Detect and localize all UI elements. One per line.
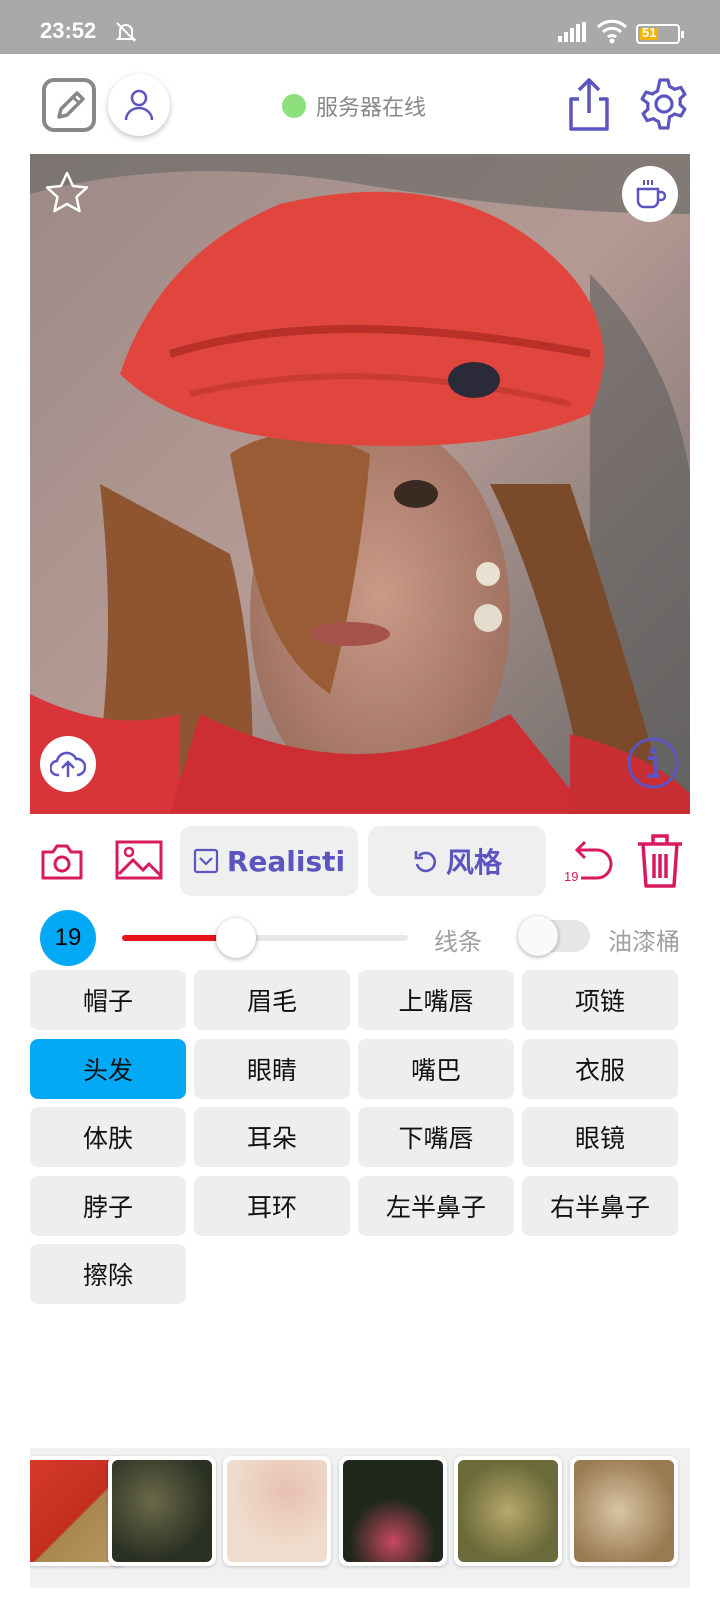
- server-status: 服务器在线: [282, 90, 426, 122]
- camera-icon: [41, 844, 83, 880]
- status-bar: 23:52 51: [0, 0, 720, 54]
- share-button[interactable]: [564, 76, 614, 134]
- battery-icon: 51: [636, 24, 684, 44]
- style-label: 风格: [445, 846, 502, 879]
- top-bar: 服务器在线: [0, 54, 720, 154]
- brush-size-slider[interactable]: [122, 918, 408, 958]
- part-chip[interactable]: 帽子: [30, 970, 186, 1030]
- part-chip[interactable]: 右半鼻子: [522, 1175, 678, 1236]
- bell-muted-icon: [114, 20, 138, 48]
- part-chip[interactable]: 嘴巴: [358, 1038, 514, 1099]
- portrait-image: [30, 154, 690, 814]
- part-chip[interactable]: 擦除: [30, 1244, 186, 1304]
- coffee-cup-icon: [636, 180, 667, 209]
- account-button[interactable]: [108, 74, 170, 136]
- photo-canvas[interactable]: [30, 154, 690, 814]
- online-dot: [282, 94, 306, 118]
- part-chip[interactable]: 眼镜: [522, 1107, 678, 1167]
- dropdown-box-icon: [193, 848, 218, 874]
- brush-size-badge: 19: [40, 910, 96, 966]
- part-chip[interactable]: 体肤: [30, 1107, 186, 1167]
- texture-thumbnail-strip[interactable]: [30, 1448, 690, 1588]
- signal-icon: [558, 22, 586, 46]
- texture-thumbnail[interactable]: [570, 1456, 678, 1566]
- brush-row: 19 线条 油漆桶: [0, 908, 720, 968]
- part-chip[interactable]: 项链: [522, 970, 678, 1030]
- wifi-icon: [596, 18, 628, 48]
- server-status-label: 服务器在线: [316, 96, 427, 121]
- settings-button[interactable]: [636, 76, 692, 132]
- texture-thumbnail[interactable]: [339, 1456, 447, 1566]
- camera-button[interactable]: [40, 840, 84, 884]
- gear-icon: [640, 78, 687, 130]
- cloud-upload-button[interactable]: [40, 736, 96, 792]
- texture-thumbnail[interactable]: [108, 1456, 216, 1566]
- part-chip[interactable]: 左半鼻子: [358, 1175, 514, 1236]
- cloud-upload-icon: [50, 751, 86, 777]
- refresh-icon: [414, 851, 437, 873]
- image-icon: [115, 840, 163, 880]
- part-chip[interactable]: 衣服: [522, 1038, 678, 1099]
- info-button[interactable]: [626, 736, 680, 794]
- battery-level: 51: [642, 25, 657, 40]
- info-icon: [627, 737, 679, 789]
- status-time: 23:52: [40, 18, 97, 43]
- slider-thumb[interactable]: [216, 918, 257, 958]
- star-icon: [45, 171, 89, 213]
- favorite-button[interactable]: [44, 170, 90, 220]
- lines-label: 线条: [434, 928, 482, 956]
- style-button[interactable]: 风格: [368, 826, 546, 896]
- part-chip[interactable]: 脖子: [30, 1175, 186, 1236]
- trash-icon: [638, 834, 682, 888]
- coffee-button[interactable]: [622, 166, 678, 222]
- part-chip[interactable]: 上嘴唇: [358, 970, 514, 1030]
- gallery-button[interactable]: [114, 838, 164, 882]
- paint-bucket-label: 油漆桶: [608, 928, 680, 956]
- part-chip[interactable]: 眉毛: [194, 970, 350, 1030]
- texture-thumbnail[interactable]: [223, 1456, 331, 1566]
- model-select-button[interactable]: Realisti: [180, 826, 358, 896]
- part-chip[interactable]: 耳朵: [194, 1107, 350, 1167]
- part-chip[interactable]: 眼睛: [194, 1038, 350, 1099]
- tool-row: Realisti 风格 19: [30, 826, 690, 896]
- part-chip[interactable]: 头发: [30, 1038, 186, 1099]
- delete-button[interactable]: [634, 830, 686, 892]
- undo-button[interactable]: 19: [560, 832, 624, 890]
- part-chip[interactable]: 耳环: [194, 1175, 350, 1236]
- texture-thumbnail[interactable]: [454, 1456, 562, 1566]
- user-icon: [124, 89, 154, 121]
- undo-count: 19: [564, 869, 579, 884]
- edit-button[interactable]: [40, 76, 98, 134]
- model-label: Realisti: [226, 844, 346, 878]
- edit-icon: [42, 78, 96, 132]
- paint-bucket-toggle[interactable]: [518, 916, 592, 956]
- part-chip[interactable]: 下嘴唇: [358, 1107, 514, 1167]
- share-icon: [569, 78, 609, 131]
